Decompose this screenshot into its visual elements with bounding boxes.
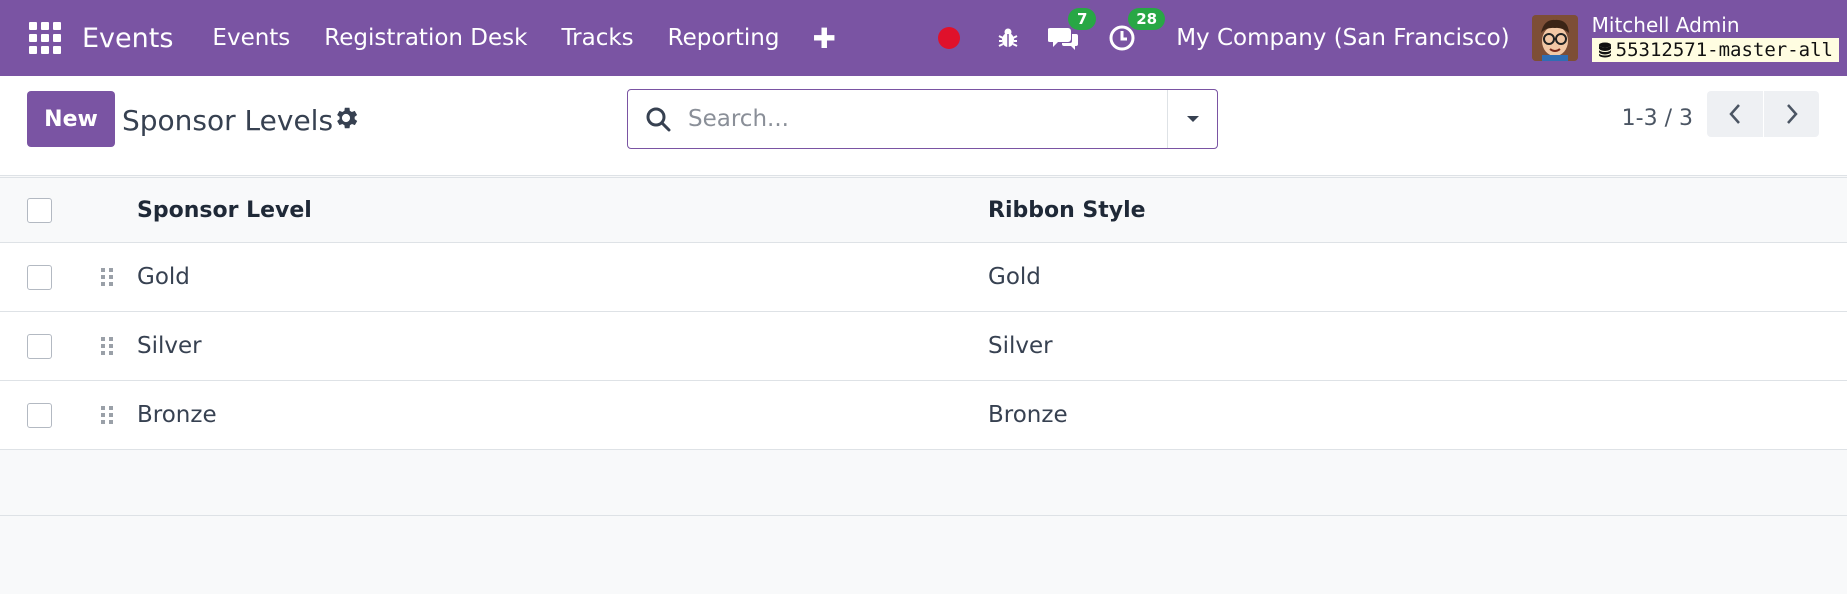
column-header-sponsor-level[interactable]: Sponsor Level bbox=[137, 198, 312, 223]
chat-icon[interactable]: 7 bbox=[1048, 8, 1097, 52]
row-checkbox[interactable] bbox=[27, 333, 52, 359]
top-navbar: Events Events Registration Desk Tracks R… bbox=[0, 0, 1847, 76]
company-switcher[interactable]: My Company (San Francisco) bbox=[1176, 25, 1509, 51]
user-menu[interactable]: Mitchell Admin 55312571-master-all bbox=[1591, 12, 1839, 63]
menu-events[interactable]: Events bbox=[212, 25, 290, 51]
table-row[interactable]: Silver Silver bbox=[0, 312, 1847, 381]
table-row[interactable]: Gold Gold bbox=[0, 243, 1847, 312]
caret-down-icon bbox=[1186, 116, 1199, 122]
pager-previous-button[interactable] bbox=[1707, 91, 1763, 137]
bug-icon[interactable] bbox=[996, 26, 1020, 50]
search-bar bbox=[627, 89, 1218, 149]
systray: 7 28 My Company (San Francisco) Mitchell… bbox=[938, 0, 1847, 76]
plus-icon[interactable]: ✚ bbox=[812, 22, 835, 55]
drag-handle-icon[interactable] bbox=[101, 266, 115, 288]
table-row[interactable]: Bronze Bronze bbox=[0, 381, 1847, 450]
chevron-left-icon bbox=[1729, 104, 1740, 124]
database-icon bbox=[1598, 42, 1612, 58]
ribbon-style-cell[interactable]: Bronze bbox=[988, 402, 1068, 428]
sponsor-levels-list: Sponsor Level Ribbon Style Gold Gold Sil… bbox=[0, 177, 1847, 516]
menu-reporting[interactable]: Reporting bbox=[668, 25, 780, 51]
sponsor-level-cell[interactable]: Silver bbox=[137, 333, 202, 359]
list-header: Sponsor Level Ribbon Style bbox=[0, 177, 1847, 243]
record-icon[interactable] bbox=[938, 27, 961, 49]
row-checkbox[interactable] bbox=[27, 402, 52, 428]
pager-value[interactable]: 1-3 / 3 bbox=[1622, 106, 1693, 131]
chevron-right-icon bbox=[1786, 104, 1798, 124]
search-options-toggle[interactable] bbox=[1167, 90, 1217, 148]
menu-tracks[interactable]: Tracks bbox=[561, 25, 633, 51]
search-input[interactable] bbox=[688, 90, 1167, 148]
activities-badge: 28 bbox=[1128, 8, 1166, 30]
drag-handle-icon[interactable] bbox=[101, 335, 115, 357]
drag-handle-icon[interactable] bbox=[101, 404, 115, 426]
pager-next-button[interactable] bbox=[1763, 91, 1819, 137]
empty-row bbox=[0, 450, 1847, 516]
ribbon-style-cell[interactable]: Silver bbox=[988, 333, 1053, 359]
messages-badge: 7 bbox=[1068, 8, 1097, 30]
gear-icon[interactable] bbox=[332, 104, 360, 132]
sponsor-level-cell[interactable]: Gold bbox=[137, 264, 190, 290]
column-header-ribbon-style[interactable]: Ribbon Style bbox=[988, 198, 1146, 223]
control-panel: New Sponsor Levels 1-3 / 3 bbox=[0, 76, 1847, 176]
sponsor-level-cell[interactable]: Bronze bbox=[137, 402, 217, 428]
clock-icon[interactable]: 28 bbox=[1108, 8, 1166, 52]
new-button[interactable]: New bbox=[27, 91, 115, 147]
app-brand[interactable]: Events bbox=[82, 23, 173, 54]
app-grid-icon[interactable] bbox=[26, 19, 64, 57]
row-checkbox[interactable] bbox=[27, 264, 52, 290]
database-tag: 55312571-master-all bbox=[1591, 37, 1839, 63]
user-name: Mitchell Admin bbox=[1591, 12, 1740, 37]
avatar[interactable] bbox=[1531, 15, 1578, 61]
database-name: 55312571-master-all bbox=[1615, 38, 1833, 61]
search-icon[interactable] bbox=[628, 106, 688, 132]
ribbon-style-cell[interactable]: Gold bbox=[988, 264, 1041, 290]
page-title[interactable]: Sponsor Levels bbox=[122, 104, 333, 137]
menu-registration-desk[interactable]: Registration Desk bbox=[324, 25, 527, 51]
select-all-checkbox[interactable] bbox=[27, 197, 52, 223]
